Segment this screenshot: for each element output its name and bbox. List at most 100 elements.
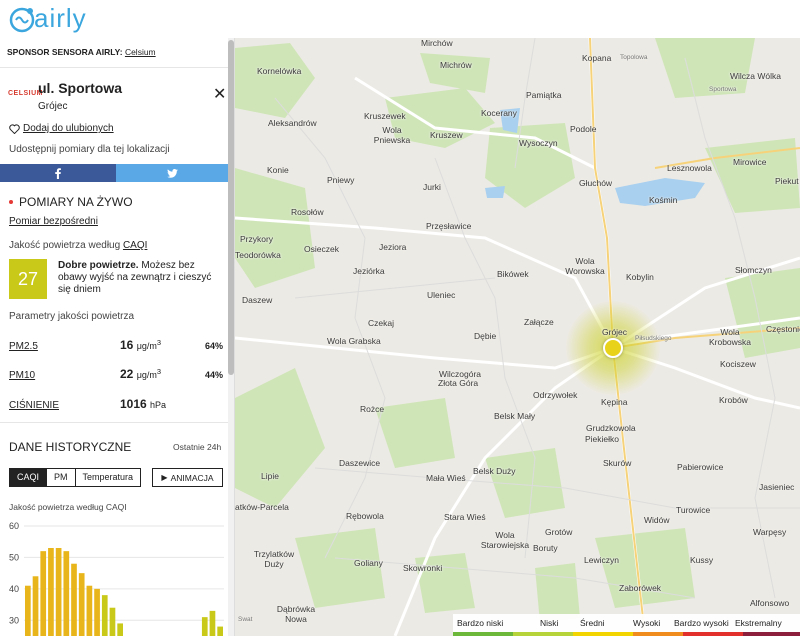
place-label: Zaborówek — [619, 583, 662, 593]
place-label: Warpęsy — [753, 527, 787, 537]
caqi-prefix: Jakość powietrza według — [9, 240, 121, 251]
add-to-favourites-link[interactable]: Dodaj do ulubionych — [9, 123, 114, 134]
param-value: 1016 hPa — [120, 397, 167, 411]
place-label: Kocerany — [481, 108, 517, 118]
airly-logo[interactable]: airly — [8, 3, 87, 33]
place-label: Czekaj — [368, 318, 394, 328]
chart-bar[interactable] — [117, 623, 123, 636]
legend-label: Bardzo niski — [457, 618, 504, 628]
chart-bar[interactable] — [101, 595, 108, 636]
caqi-history-chart: 60 50 40 30 — [9, 521, 224, 636]
param-value: 16 μg/m3 — [120, 338, 162, 352]
place-label: Przykory — [240, 234, 274, 244]
map-view[interactable]: Mirchów Kornelówka Michrów Kopana Topolo… — [235, 38, 800, 636]
facebook-share-button[interactable] — [0, 164, 116, 182]
history-period: Ostatnie 24h — [173, 442, 222, 452]
place-label: atków-Parcela — [235, 502, 289, 512]
chart-bar[interactable] — [78, 573, 85, 636]
chart-tick-label: 50 — [9, 552, 19, 562]
place-label: Jurki — [423, 182, 441, 192]
caqi-link[interactable]: CAQI — [123, 240, 147, 251]
param-percent: 64% — [204, 341, 223, 351]
place-label: Rosołów — [291, 207, 324, 217]
divider — [0, 422, 228, 423]
chart-bar[interactable] — [209, 610, 216, 636]
place-label: Kussy — [690, 555, 714, 565]
legend-label: Ekstremalny — [735, 618, 782, 628]
param-value: 22 μg/m3 — [120, 367, 162, 381]
place-label: Kobylin — [626, 272, 654, 282]
chart-bar[interactable] — [48, 548, 54, 636]
sponsor-link[interactable]: Celsium — [125, 47, 156, 57]
place-label: Sportowa — [709, 86, 737, 93]
place-label: Aleksandrów — [268, 118, 317, 128]
place-label: Michrów — [440, 60, 472, 70]
tab-pm[interactable]: PM — [47, 469, 76, 486]
place-label: Kruszewek — [364, 111, 406, 121]
favourite-label: Dodaj do ulubionych — [23, 123, 114, 134]
place-label: Wola Worowska — [565, 256, 605, 276]
chart-bar[interactable] — [201, 617, 208, 636]
history-tabs: CAQI PM Temperatura — [9, 468, 142, 487]
animation-label: ANIMACJA — [170, 472, 214, 483]
chart-bar[interactable] — [94, 588, 100, 636]
tab-caqi[interactable]: CAQI — [10, 469, 48, 486]
param-percent: 44% — [204, 370, 223, 380]
place-label: Belsk Duży — [473, 466, 516, 476]
share-label: Udostępnij pomiary dla tej lokalizacji — [9, 144, 170, 155]
chart-bar[interactable] — [86, 585, 93, 636]
airly-logo-mark-icon — [8, 3, 38, 33]
direct-measurement-link[interactable]: Pomiar bezpośredni — [9, 216, 98, 227]
chart-bar[interactable] — [109, 607, 116, 636]
place-label: Skurów — [603, 458, 632, 468]
close-icon[interactable]: ✕ — [213, 87, 226, 103]
sensor-marker-pin[interactable] — [603, 338, 623, 358]
chart-bar[interactable] — [40, 551, 47, 636]
place-label: Częstoniew — [766, 324, 800, 334]
scrollbar-thumb[interactable] — [228, 40, 234, 375]
chart-bar[interactable] — [217, 626, 223, 636]
place-label: Belsk Mały — [494, 411, 536, 421]
legend-label: Bardzo wysoki — [674, 618, 729, 628]
place-label: Dąbrówka Nowa — [276, 604, 316, 624]
place-label: Daszew — [242, 295, 273, 305]
place-label: Podole — [570, 124, 597, 134]
chart-tick-label: 60 — [9, 521, 19, 531]
place-label: Lewiczyn — [584, 555, 619, 565]
sponsor-line: SPONSOR SENSORA AIRLY: Celsium — [7, 47, 156, 57]
place-label: Pniewy — [327, 175, 355, 185]
legend-label: Wysoki — [633, 618, 661, 628]
chart-bar[interactable] — [71, 563, 77, 636]
param-name[interactable]: PM10 — [9, 370, 35, 381]
place-label: Kociszew — [720, 359, 756, 369]
place-label: Mirowice — [733, 157, 767, 167]
chart-tick-label: 30 — [9, 615, 19, 625]
sensor-sidebar: SPONSOR SENSORA AIRLY: Celsium CELSIUM u… — [0, 38, 235, 636]
sidebar-scrollbar[interactable] — [228, 38, 234, 636]
place-label: Jeziora — [379, 242, 407, 252]
place-label: Kornelówka — [257, 66, 302, 76]
animation-button[interactable]: ▶ ANIMACJA — [152, 468, 223, 487]
place-label: Słomczyn — [735, 265, 772, 275]
place-label: Kruszew — [430, 130, 463, 140]
tab-temperature[interactable]: Temperatura — [75, 469, 141, 486]
chart-bar[interactable] — [32, 576, 39, 636]
place-label: Głuchów — [579, 178, 613, 188]
caqi-description: Dobre powietrze. Możesz bez obawy wyjść … — [58, 260, 223, 296]
param-name[interactable]: CIŚNIENIE — [9, 400, 59, 411]
chart-bar[interactable] — [25, 585, 31, 636]
place-label: Topolowa — [620, 54, 648, 61]
place-label: Pabierowice — [677, 462, 724, 472]
chart-bar[interactable] — [55, 548, 62, 636]
sensor-town: Grójec — [38, 101, 68, 112]
place-label: Grotów — [545, 527, 573, 537]
param-name[interactable]: PM2.5 — [9, 341, 38, 352]
caqi-score-badge: 27 — [9, 259, 47, 299]
place-label: Wysoczyn — [519, 138, 558, 148]
play-icon: ▶ — [161, 473, 168, 482]
place-label: Krobów — [719, 395, 748, 405]
param-row-pressure: CIŚNIENIE 1016 hPa — [9, 397, 223, 413]
place-label: Lipie — [261, 471, 279, 481]
chart-bar[interactable] — [63, 551, 70, 636]
twitter-share-button[interactable] — [116, 164, 228, 182]
